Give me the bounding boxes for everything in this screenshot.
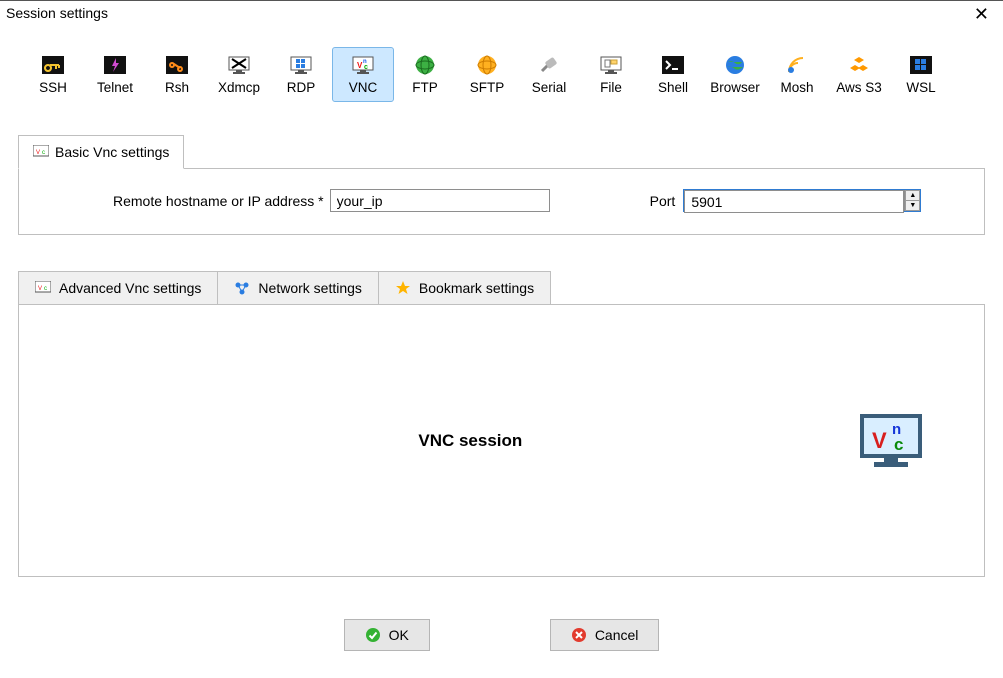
session-type-xdmcp[interactable]: Xdmcp [208,47,270,102]
svg-text:c: c [364,64,368,71]
port-step-up-icon[interactable]: ▲ [905,190,920,201]
session-type-label: Telnet [97,80,133,95]
windows-monitor-icon [287,54,315,76]
vnc-monitor-icon: Vnc [349,54,377,76]
tab-advanced-vnc-settings[interactable]: Vc Advanced Vnc settings [18,271,218,304]
hostname-input[interactable] [330,189,550,212]
session-type-label: Xdmcp [218,80,260,95]
terminal-icon [659,54,687,76]
session-type-label: Serial [532,80,567,95]
session-type-shell[interactable]: Shell [642,47,704,102]
windows-icon [907,54,935,76]
session-type-sftp[interactable]: SFTP [456,47,518,102]
session-type-label: WSL [906,80,935,95]
x-monitor-icon [225,54,253,76]
svg-text:c: c [44,286,47,292]
tab-bookmark-settings[interactable]: Bookmark settings [378,271,551,304]
vnc-mini-icon: Vc [35,281,51,295]
session-title: VNC session [418,431,522,451]
session-type-rsh[interactable]: Rsh [146,47,208,102]
port-label: Port [650,193,676,209]
svg-text:c: c [42,150,45,156]
port-input[interactable] [684,190,904,213]
session-type-wsl[interactable]: WSL [890,47,952,102]
session-type-label: Aws S3 [836,80,882,95]
session-type-vnc[interactable]: Vnc VNC [332,47,394,102]
session-type-rdp[interactable]: RDP [270,47,332,102]
serial-cable-icon [535,54,563,76]
key-icon [39,54,67,76]
close-icon[interactable]: ✕ [968,5,995,23]
tab-label: Advanced Vnc settings [59,280,201,296]
tab-basic-vnc-settings[interactable]: Vc Basic Vnc settings [18,135,184,169]
session-type-label: Rsh [165,80,189,95]
hostname-label: Remote hostname or IP address * [113,193,324,209]
session-type-serial[interactable]: Serial [518,47,580,102]
star-icon [395,280,411,296]
check-circle-icon [365,627,381,643]
session-type-awss3[interactable]: Aws S3 [828,47,890,102]
tab-label: Basic Vnc settings [55,144,169,160]
svg-text:V: V [872,428,887,453]
session-type-telnet[interactable]: Telnet [84,47,146,102]
button-label: Cancel [595,627,639,643]
svg-text:V: V [36,150,40,156]
session-type-mosh[interactable]: Mosh [766,47,828,102]
session-type-label: Shell [658,80,688,95]
session-type-label: SFTP [470,80,505,95]
session-type-label: FTP [412,80,438,95]
network-icon [234,281,250,295]
tab-label: Network settings [258,280,361,296]
satellite-icon [783,54,811,76]
cancel-button[interactable]: Cancel [550,619,660,651]
globe-green-icon [411,54,439,76]
session-type-browser[interactable]: Browser [704,47,766,102]
session-preview-panel: VNC session V n c [18,305,985,577]
window-title: Session settings [6,5,108,21]
session-type-label: RDP [287,80,316,95]
x-circle-icon [571,627,587,643]
svg-text:c: c [894,435,903,454]
cubes-icon [845,54,873,76]
session-type-label: SSH [39,80,67,95]
link-icon [163,54,191,76]
session-type-label: Browser [710,80,760,95]
lightning-icon [101,54,129,76]
tab-network-settings[interactable]: Network settings [217,271,378,304]
session-type-file[interactable]: File [580,47,642,102]
session-type-label: VNC [349,80,378,95]
session-type-toolbar: SSH Telnet Rsh Xdmcp RDP [0,29,1003,102]
ok-button[interactable]: OK [344,619,430,651]
port-step-down-icon[interactable]: ▼ [905,201,920,211]
button-label: OK [389,627,409,643]
session-type-ftp[interactable]: FTP [394,47,456,102]
svg-text:V: V [38,286,42,292]
session-type-ssh[interactable]: SSH [22,47,84,102]
globe-blue-icon [721,54,749,76]
session-type-label: File [600,80,622,95]
vnc-mini-icon: Vc [33,145,49,159]
session-type-label: Mosh [780,80,813,95]
vnc-large-icon: V n c [858,412,924,470]
tab-label: Bookmark settings [419,280,534,296]
globe-orange-icon [473,54,501,76]
file-monitor-icon [597,54,625,76]
